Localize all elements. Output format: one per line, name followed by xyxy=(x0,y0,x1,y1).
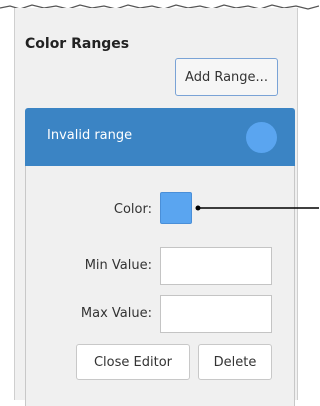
add-range-button[interactable]: Add Range... xyxy=(175,58,278,96)
min-value-input[interactable] xyxy=(160,247,272,285)
max-value-input[interactable] xyxy=(160,295,272,333)
min-value-label: Min Value: xyxy=(84,258,152,273)
color-picker-swatch[interactable] xyxy=(160,192,192,224)
color-label: Color: xyxy=(113,202,152,217)
range-name: Invalid range xyxy=(47,128,133,143)
range-header[interactable]: Invalid range xyxy=(25,108,295,166)
color-ranges-panel: Color Ranges Add Range... Invalid range … xyxy=(14,8,298,406)
range-editor: Color: Min Value: Max Value: Close Edito… xyxy=(25,166,295,406)
delete-button[interactable]: Delete xyxy=(198,344,272,380)
section-title: Color Ranges xyxy=(25,36,130,52)
range-color-indicator xyxy=(246,122,277,153)
max-value-label: Max Value: xyxy=(80,306,152,321)
close-editor-button[interactable]: Close Editor xyxy=(76,344,190,380)
